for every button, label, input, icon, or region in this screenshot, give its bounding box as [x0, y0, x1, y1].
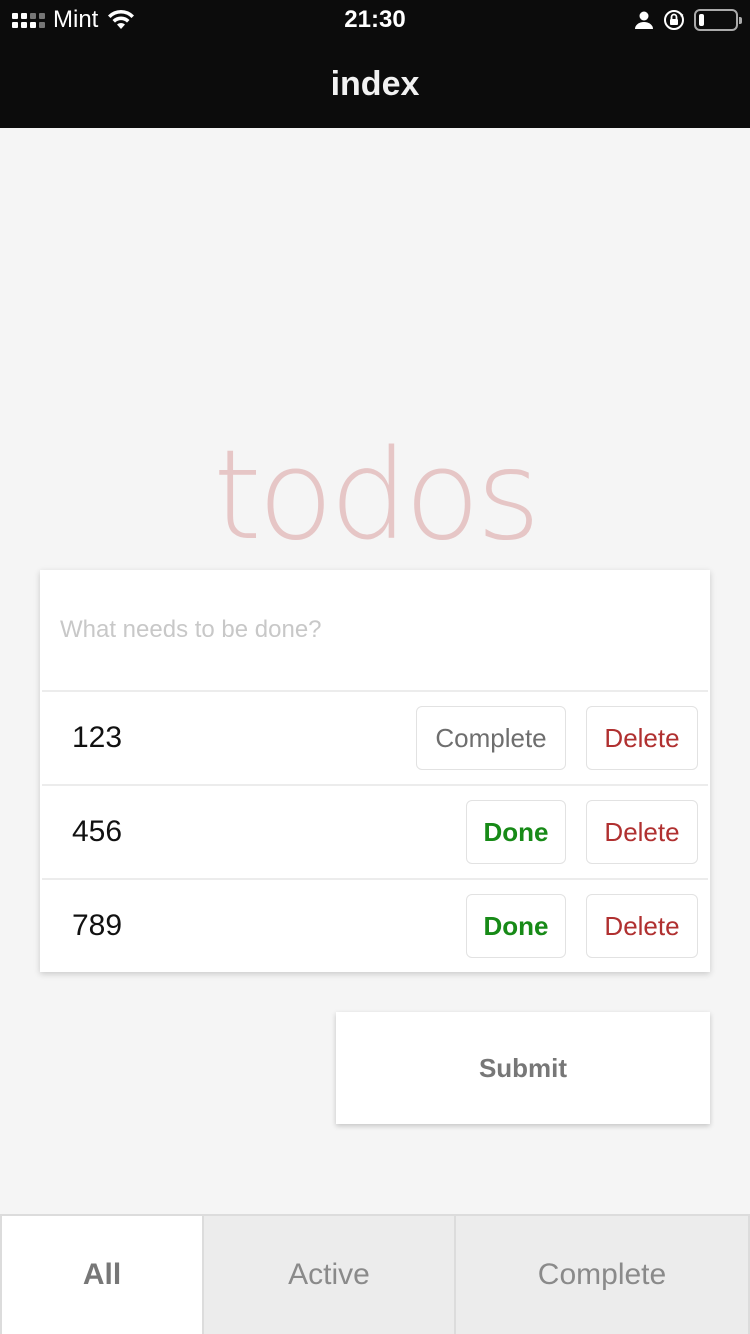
tab-active[interactable]: Active [202, 1216, 454, 1334]
todo-card: 123 Complete Delete 456 Done Delete 789 … [40, 570, 710, 972]
done-button[interactable]: Done [466, 800, 566, 864]
todo-item-text: 123 [72, 721, 123, 754]
orientation-lock-icon [664, 10, 684, 30]
submit-button[interactable]: Submit [336, 1012, 710, 1124]
todo-item: 456 Done Delete [42, 784, 708, 878]
delete-button[interactable]: Delete [586, 800, 698, 864]
todo-item: 789 Done Delete [42, 878, 708, 972]
app-title: todos [213, 424, 541, 568]
complete-button[interactable]: Complete [416, 706, 566, 770]
person-icon [635, 11, 653, 29]
filter-tabs: All Active Complete [0, 1214, 750, 1334]
delete-button[interactable]: Delete [586, 894, 698, 958]
new-todo-input[interactable] [40, 570, 710, 690]
status-bar: Mint 21:30 [0, 0, 750, 40]
tab-complete[interactable]: Complete [454, 1216, 750, 1334]
todo-item-text: 789 [72, 909, 123, 942]
tab-all[interactable]: All [0, 1216, 202, 1334]
delete-button[interactable]: Delete [586, 706, 698, 770]
battery-icon [694, 9, 742, 31]
todo-item: 123 Complete Delete [42, 690, 708, 784]
page-title: index [330, 64, 420, 103]
todo-item-text: 456 [72, 815, 123, 848]
done-button[interactable]: Done [466, 894, 566, 958]
navigation-bar: index [0, 40, 750, 128]
status-right [634, 6, 742, 34]
